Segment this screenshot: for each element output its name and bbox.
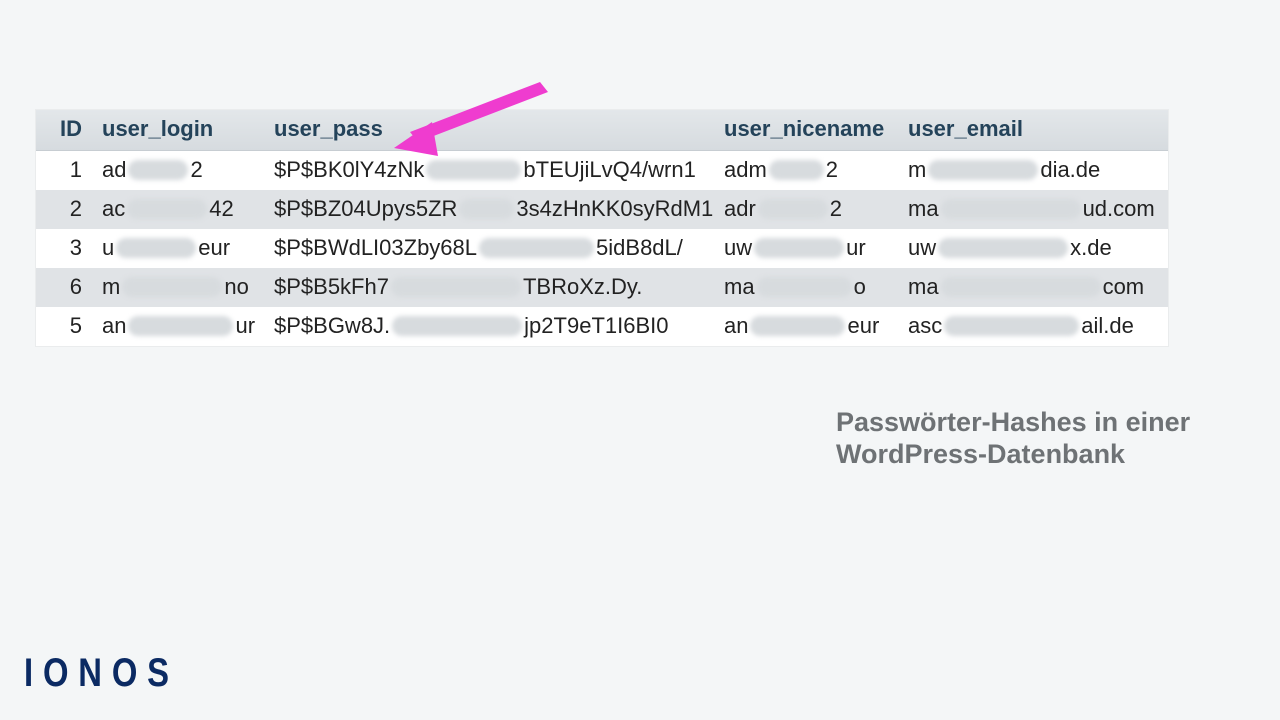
ionos-logo: IONOS	[24, 651, 179, 696]
redaction-blur	[127, 199, 207, 219]
cell-user-login: ueur	[92, 229, 264, 268]
cell-user-login: ac42	[92, 190, 264, 229]
col-user-email: user_email	[898, 110, 1168, 151]
redaction-blur	[392, 316, 522, 336]
cell-user-email: macom	[898, 268, 1168, 307]
col-id: ID	[36, 110, 92, 151]
cell-user-pass: $P$B5kFh7TBRoXz.Dy.	[264, 268, 714, 307]
cell-id: 6	[36, 268, 92, 307]
cell-user-nicename: mao	[714, 268, 898, 307]
col-user-login: user_login	[92, 110, 264, 151]
table-row: 1ad2$P$BK0lY4zNkbTEUjiLvQ4/wrn1adm2mdia.…	[36, 151, 1168, 191]
cell-user-email: uwx.de	[898, 229, 1168, 268]
redaction-blur	[391, 277, 521, 297]
cell-id: 2	[36, 190, 92, 229]
table-body: 1ad2$P$BK0lY4zNkbTEUjiLvQ4/wrn1adm2mdia.…	[36, 151, 1168, 347]
cell-user-nicename: uwur	[714, 229, 898, 268]
table-header: ID user_login user_pass user_nicename us…	[36, 110, 1168, 151]
redaction-blur	[754, 238, 844, 258]
cell-user-email: mdia.de	[898, 151, 1168, 191]
cell-user-login: ad2	[92, 151, 264, 191]
redaction-blur	[769, 160, 824, 180]
table-row: 5anur$P$BGw8J.jp2T9eT1I6BI0aneurascail.d…	[36, 307, 1168, 346]
redaction-blur	[116, 238, 196, 258]
table-row: 3ueur$P$BWdLI03Zby68L5idB8dL/uwuruwx.de	[36, 229, 1168, 268]
cell-user-nicename: aneur	[714, 307, 898, 346]
db-table: ID user_login user_pass user_nicename us…	[36, 110, 1168, 346]
redaction-blur	[479, 238, 594, 258]
table-row: 2ac42$P$BZ04Upys5ZR3s4zHnKK0syRdM1adr2ma…	[36, 190, 1168, 229]
cell-user-email: ascail.de	[898, 307, 1168, 346]
redaction-blur	[941, 277, 1101, 297]
redaction-blur	[941, 199, 1081, 219]
redaction-blur	[750, 316, 845, 336]
col-user-nicename: user_nicename	[714, 110, 898, 151]
redaction-blur	[757, 277, 852, 297]
redaction-blur	[128, 316, 233, 336]
cell-user-login: anur	[92, 307, 264, 346]
cell-user-pass: $P$BK0lY4zNkbTEUjiLvQ4/wrn1	[264, 151, 714, 191]
redaction-blur	[944, 316, 1079, 336]
redaction-blur	[128, 160, 188, 180]
cell-user-nicename: adr2	[714, 190, 898, 229]
col-user-pass: user_pass	[264, 110, 714, 151]
cell-id: 3	[36, 229, 92, 268]
redaction-blur	[938, 238, 1068, 258]
cell-user-pass: $P$BWdLI03Zby68L5idB8dL/	[264, 229, 714, 268]
redaction-blur	[426, 160, 521, 180]
table-row: 6mno$P$B5kFh7TBRoXz.Dy.maomacom	[36, 268, 1168, 307]
cell-user-pass: $P$BZ04Upys5ZR3s4zHnKK0syRdM1	[264, 190, 714, 229]
cell-user-pass: $P$BGw8J.jp2T9eT1I6BI0	[264, 307, 714, 346]
redaction-blur	[122, 277, 222, 297]
redaction-blur	[928, 160, 1038, 180]
cell-user-nicename: adm2	[714, 151, 898, 191]
redaction-blur	[459, 199, 514, 219]
caption-text: Passwörter-Hashes in einer WordPress-Dat…	[836, 406, 1196, 471]
cell-user-email: maud.com	[898, 190, 1168, 229]
cell-id: 1	[36, 151, 92, 191]
cell-id: 5	[36, 307, 92, 346]
cell-user-login: mno	[92, 268, 264, 307]
redaction-blur	[758, 199, 828, 219]
